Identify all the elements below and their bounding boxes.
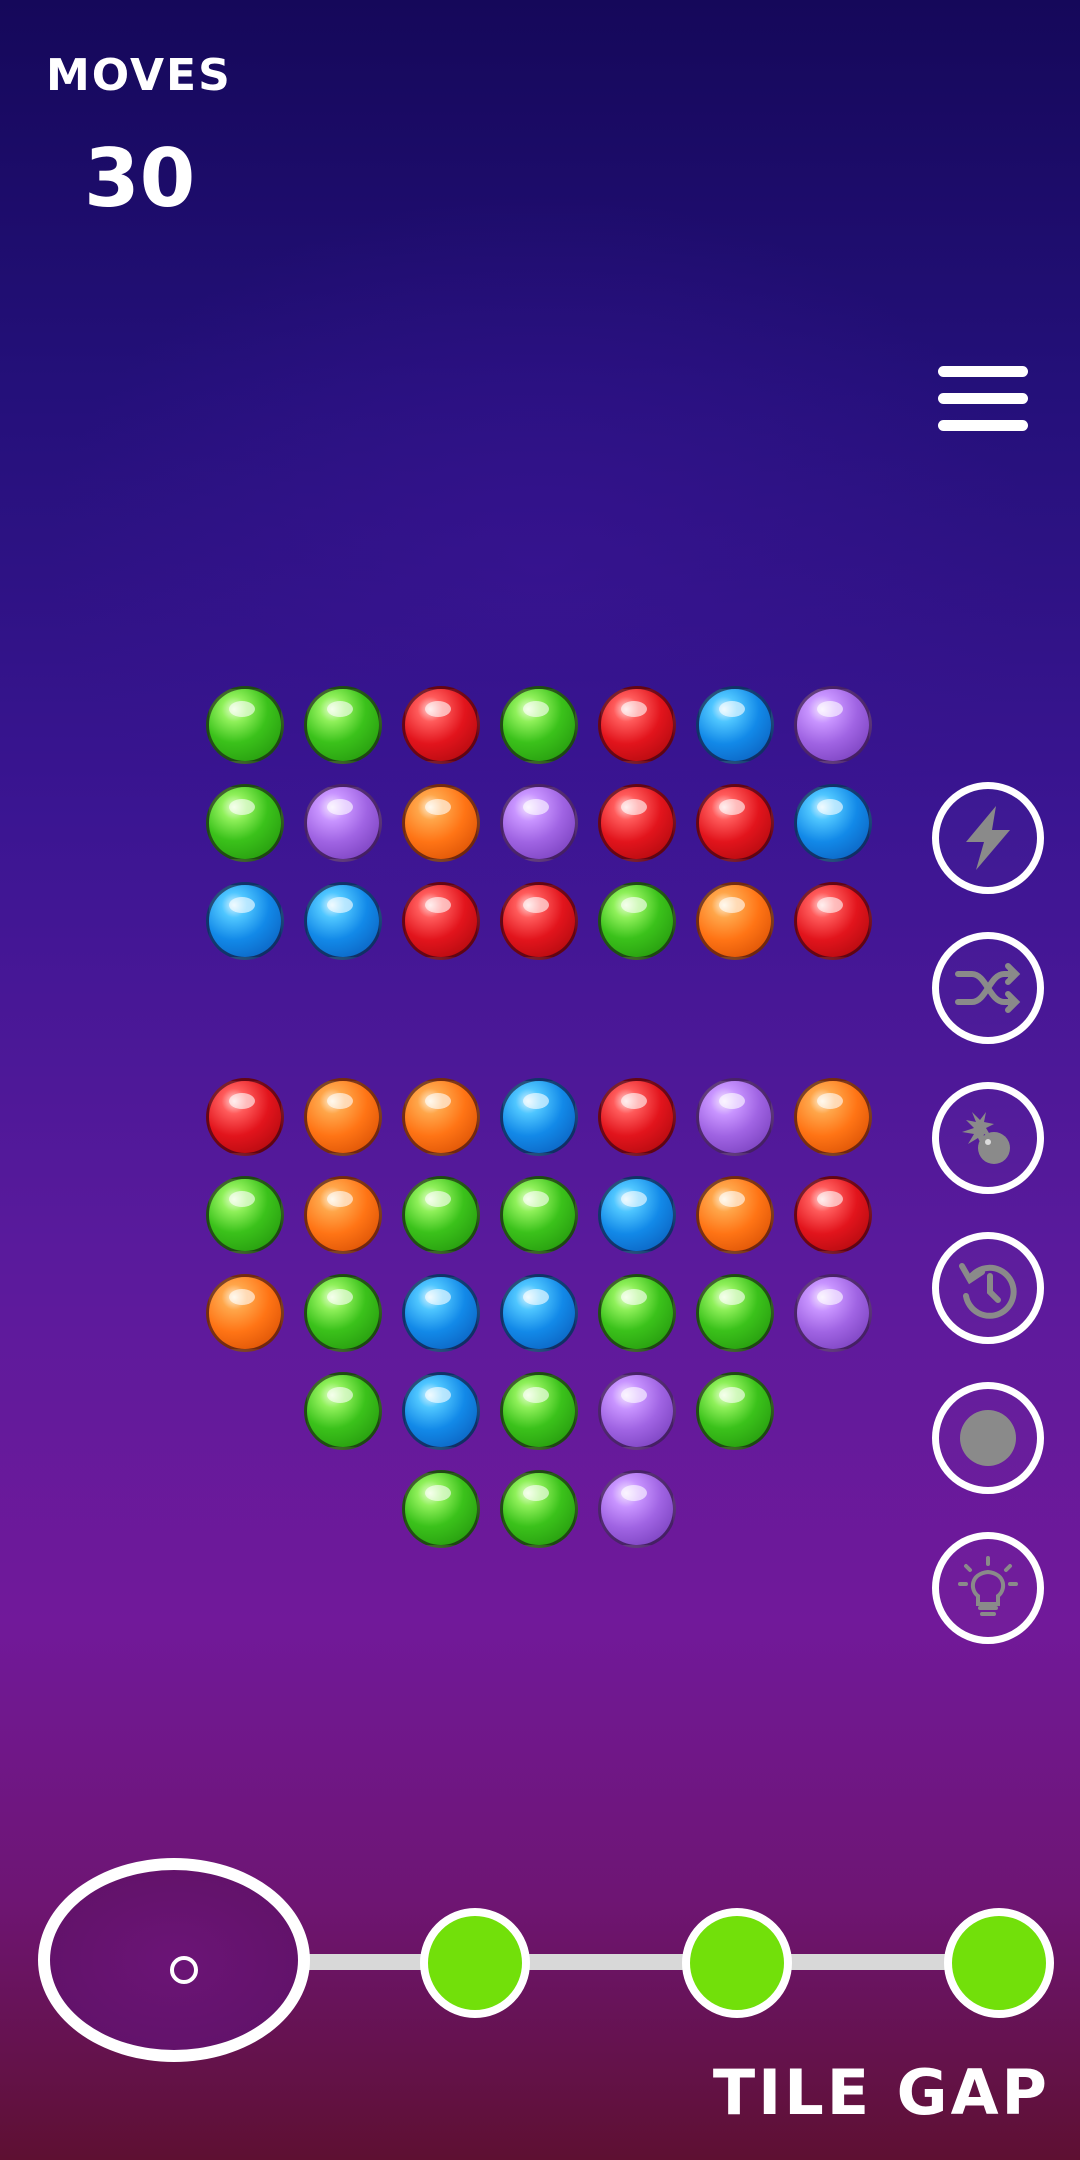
- undo-icon: [959, 1263, 1017, 1319]
- ball-green[interactable]: [500, 686, 578, 764]
- ball-purple[interactable]: [794, 1274, 872, 1352]
- bomb-icon: [962, 1112, 1010, 1164]
- ball-green[interactable]: [696, 1274, 774, 1352]
- ball-green[interactable]: [598, 1274, 676, 1352]
- moves-counter: 30: [84, 132, 196, 225]
- ball-blue[interactable]: [500, 1078, 578, 1156]
- current-level-dot: [170, 1956, 198, 1984]
- ball-green[interactable]: [304, 686, 382, 764]
- powerup-undo-button[interactable]: [932, 1232, 1044, 1344]
- powerup-lightning-button[interactable]: [932, 782, 1044, 894]
- ball-orange[interactable]: [794, 1078, 872, 1156]
- hamburger-menu-icon: [938, 420, 1028, 431]
- ball-red[interactable]: [794, 882, 872, 960]
- ball-green[interactable]: [206, 784, 284, 862]
- ball-red[interactable]: [206, 1078, 284, 1156]
- ball-red[interactable]: [696, 784, 774, 862]
- ball-red[interactable]: [598, 784, 676, 862]
- powerup-shuffle-button[interactable]: [932, 932, 1044, 1044]
- ball-red[interactable]: [402, 686, 480, 764]
- ball-green[interactable]: [206, 686, 284, 764]
- lightbulb-icon: [958, 1556, 1018, 1616]
- ball-red[interactable]: [500, 882, 578, 960]
- ball-orange[interactable]: [304, 1078, 382, 1156]
- progress-node-1[interactable]: [420, 1908, 530, 2018]
- ball-red[interactable]: [794, 1176, 872, 1254]
- ball-red[interactable]: [402, 882, 480, 960]
- ball-purple[interactable]: [598, 1372, 676, 1450]
- powerup-hint-button[interactable]: [932, 1532, 1044, 1644]
- hamburger-menu-icon: [938, 366, 1028, 377]
- ball-orange[interactable]: [402, 1078, 480, 1156]
- ball-blue[interactable]: [206, 882, 284, 960]
- lightning-icon: [966, 806, 1010, 870]
- ball-green[interactable]: [696, 1372, 774, 1450]
- ball-blue[interactable]: [402, 1372, 480, 1450]
- progress-node-3[interactable]: [944, 1908, 1054, 2018]
- ball-green[interactable]: [402, 1470, 480, 1548]
- ball-red[interactable]: [598, 1078, 676, 1156]
- ball-purple[interactable]: [500, 784, 578, 862]
- ball-purple[interactable]: [304, 784, 382, 862]
- ball-orange[interactable]: [696, 1176, 774, 1254]
- ball-orange[interactable]: [696, 882, 774, 960]
- current-level-ring[interactable]: [38, 1858, 310, 2062]
- progress-node-2[interactable]: [682, 1908, 792, 2018]
- ball-blue[interactable]: [794, 784, 872, 862]
- ball-orange[interactable]: [304, 1176, 382, 1254]
- ball-purple[interactable]: [696, 1078, 774, 1156]
- ball-blue[interactable]: [598, 1176, 676, 1254]
- moves-label: MOVES: [46, 50, 232, 101]
- ball-purple[interactable]: [598, 1470, 676, 1548]
- ball-green[interactable]: [206, 1176, 284, 1254]
- game-board: [0, 0, 1080, 2160]
- powerup-bomb-button[interactable]: [932, 1082, 1044, 1194]
- ball-red[interactable]: [598, 686, 676, 764]
- ball-blue[interactable]: [402, 1274, 480, 1352]
- shuffle-icon: [955, 963, 1021, 1013]
- ball-green[interactable]: [500, 1372, 578, 1450]
- ball-blue[interactable]: [500, 1274, 578, 1352]
- game-title: TILE GAP: [712, 2056, 1050, 2129]
- powerup-ball-button[interactable]: [932, 1382, 1044, 1494]
- ball-green[interactable]: [304, 1372, 382, 1450]
- ball-green[interactable]: [500, 1176, 578, 1254]
- menu-button[interactable]: [938, 366, 1028, 432]
- hamburger-menu-icon: [938, 393, 1028, 404]
- ball-purple[interactable]: [794, 686, 872, 764]
- ball-orange[interactable]: [206, 1274, 284, 1352]
- ball-green[interactable]: [500, 1470, 578, 1548]
- ball-blue[interactable]: [304, 882, 382, 960]
- ball-green[interactable]: [304, 1274, 382, 1352]
- ball-orange[interactable]: [402, 784, 480, 862]
- ball-blue[interactable]: [696, 686, 774, 764]
- ball-green[interactable]: [402, 1176, 480, 1254]
- ball-icon: [960, 1410, 1016, 1466]
- ball-green[interactable]: [598, 882, 676, 960]
